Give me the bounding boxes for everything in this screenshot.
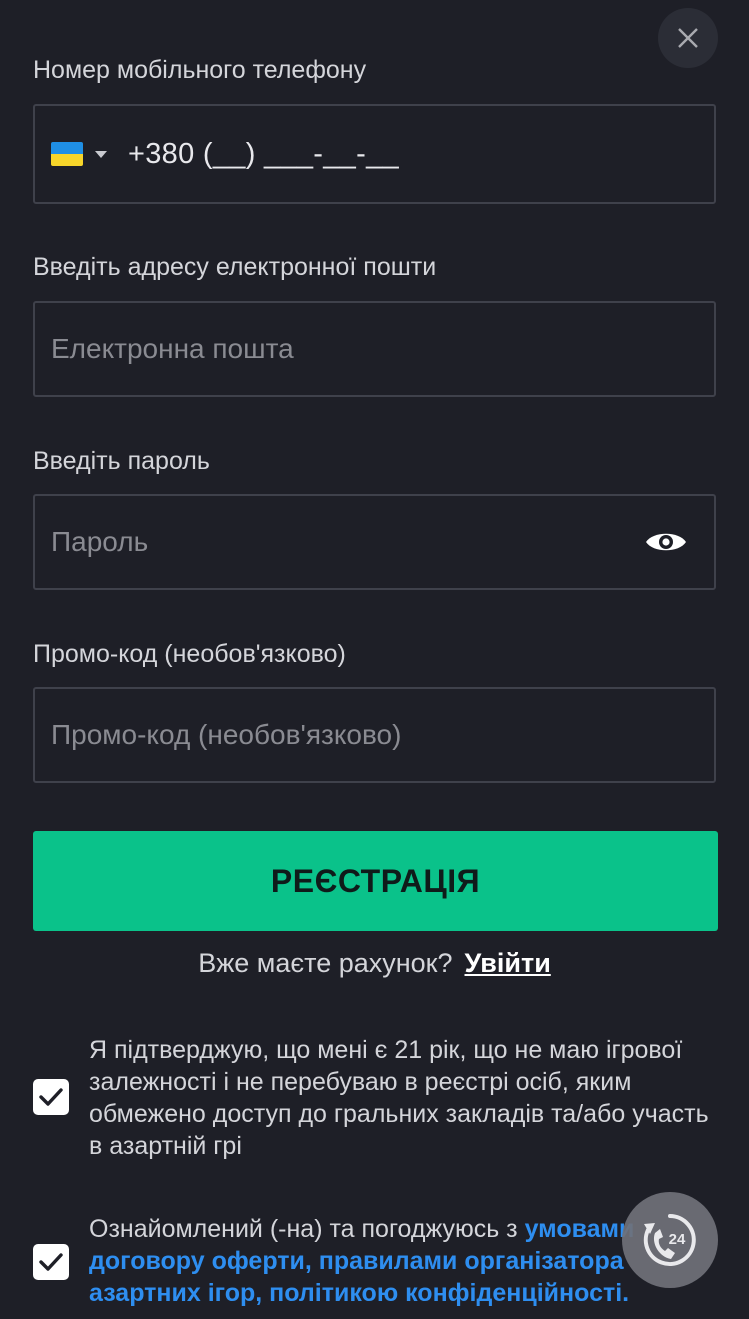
country-select[interactable] [35,142,107,166]
terms-consent-prefix: Ознайомлений (-на) та погоджуюсь з [89,1215,525,1243]
login-question: Вже маєте рахунок? [198,948,453,978]
promo-label: Промо-код (необов'язково) [33,640,346,668]
terms-consent-checkbox[interactable] [33,1244,69,1280]
promo-field-wrapper [33,687,716,783]
age-consent-text: Я підтверджую, що мені є 21 рік, що не м… [89,1036,709,1160]
age-consent-checkbox[interactable] [33,1079,69,1115]
flag-ukraine-icon [51,142,83,166]
promo-input[interactable] [35,689,714,781]
phone-field[interactable]: +380 (__) ___-__-__ [33,104,716,204]
show-password-button[interactable] [642,518,690,566]
close-icon [678,28,698,48]
checkmark-icon [39,1253,63,1271]
register-button[interactable]: РЕЄСТРАЦІЯ [33,831,718,931]
password-field-wrapper [33,494,716,590]
email-label: Введіть адресу електронної пошти [33,253,437,281]
phone-24-icon: 24 [643,1214,696,1266]
phone-input[interactable]: +380 (__) ___-__-__ [128,138,399,171]
support-24-button[interactable]: 24 [622,1192,718,1288]
close-button[interactable] [658,8,718,68]
email-field-wrapper [33,301,716,397]
email-input[interactable] [35,303,714,395]
phone-label: Номер мобільного телефону [33,56,367,84]
eye-icon [646,533,686,551]
password-input[interactable] [35,496,642,588]
login-link[interactable]: Увійти [465,948,551,978]
password-label: Введіть пароль [33,447,210,475]
support-badge-text: 24 [669,1231,686,1248]
chevron-down-icon [95,150,107,158]
checkmark-icon [39,1088,63,1106]
login-prompt: Вже маєте рахунок? Увійти [0,948,749,979]
